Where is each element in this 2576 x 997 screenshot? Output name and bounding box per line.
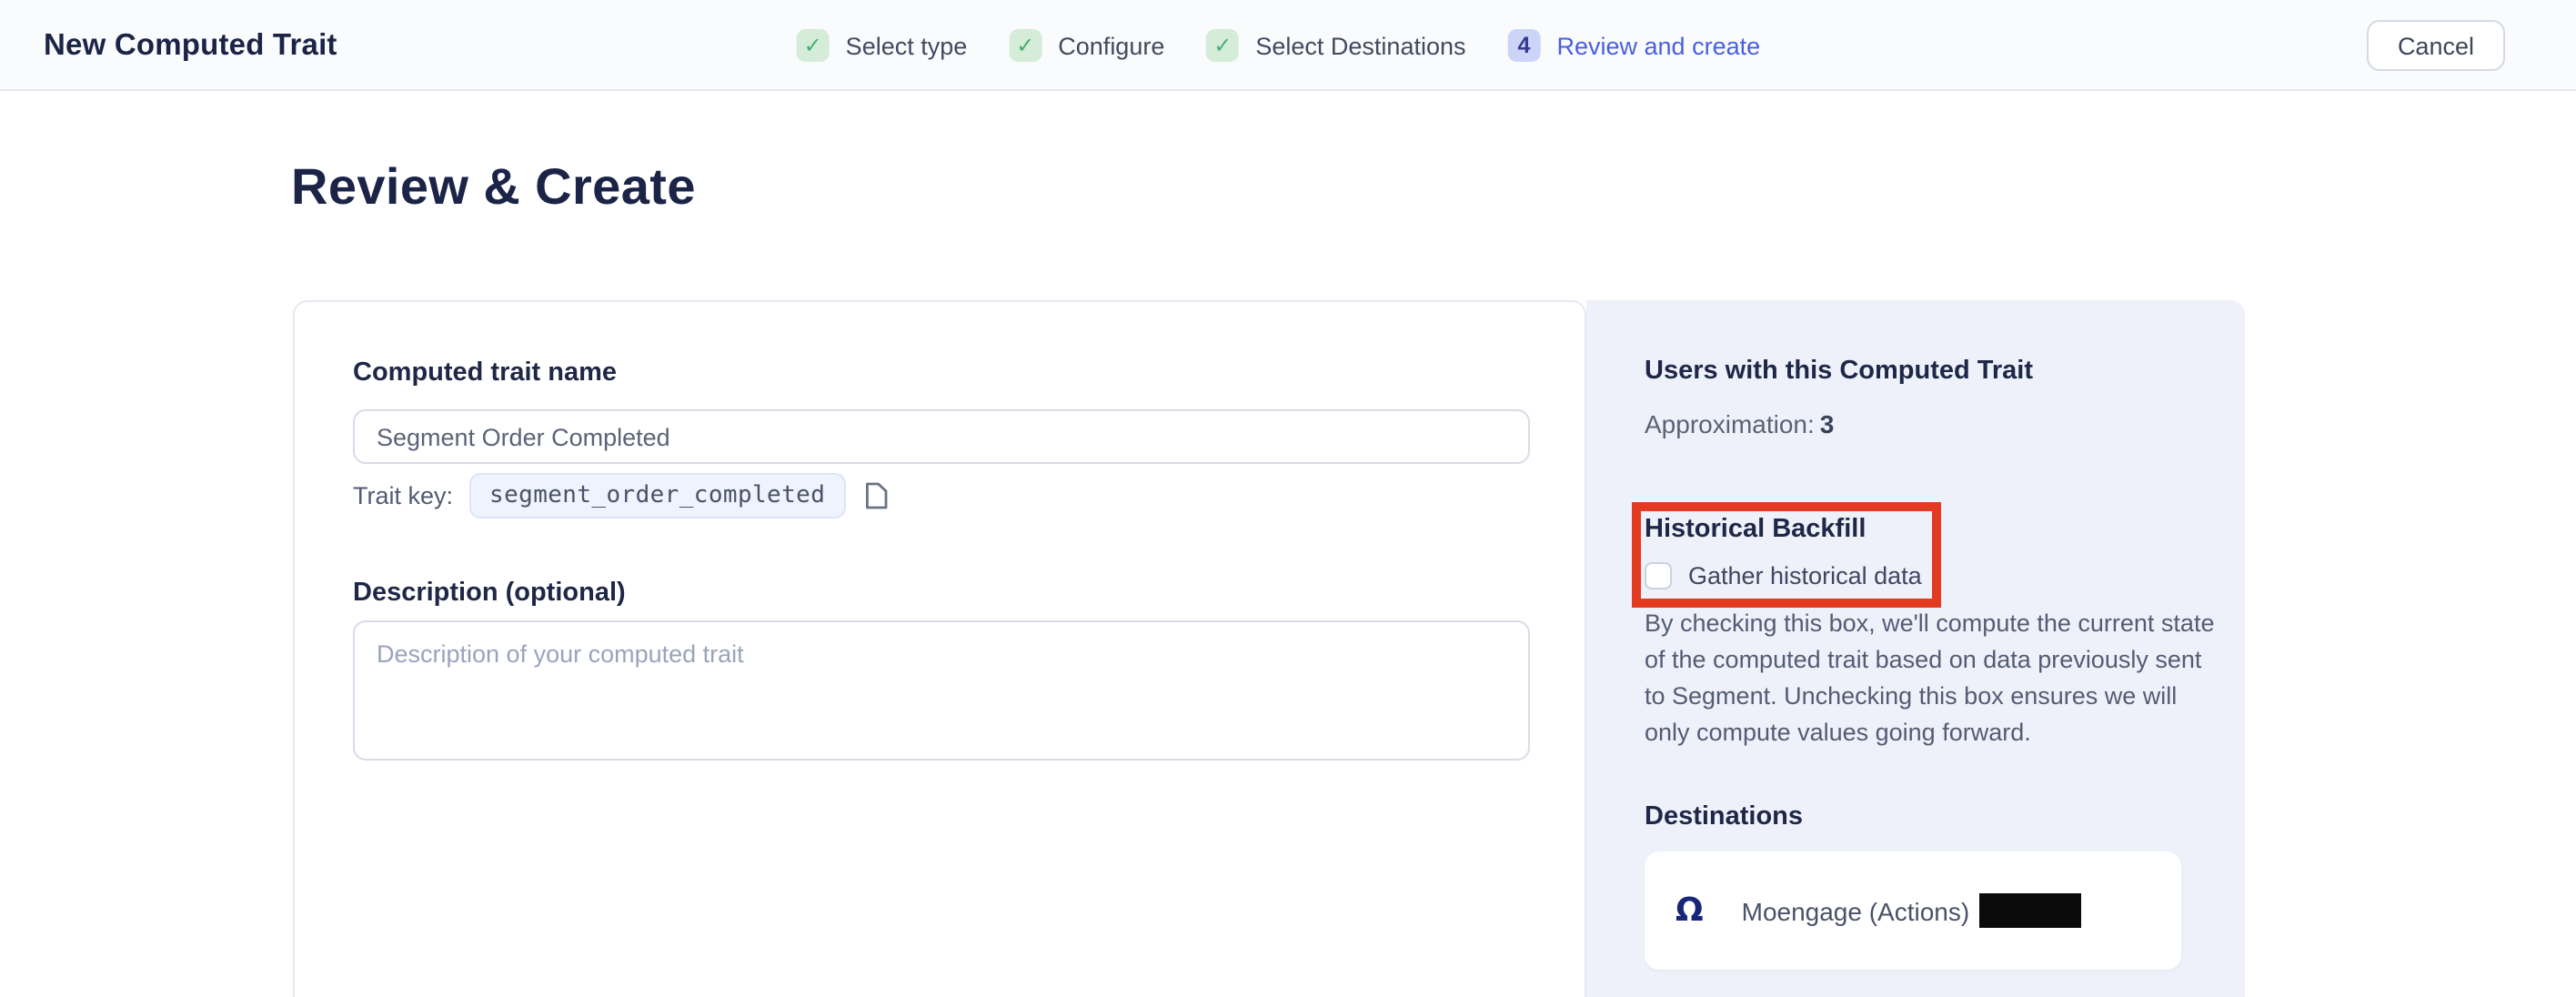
trait-name-label: Computed trait name: [353, 357, 617, 389]
page-title: New Computed Trait: [44, 0, 337, 91]
backfill-description: By checking this box, we'll compute the …: [1645, 606, 2219, 751]
main-content: Review & Create Computed trait name Trai…: [0, 91, 2576, 995]
trait-form-card: Computed trait name Trait key: segment_o…: [293, 300, 1586, 997]
step-label: Review and create: [1556, 32, 1760, 59]
step-number-badge: 4: [1507, 29, 1540, 62]
step-label: Configure: [1058, 32, 1164, 59]
cancel-button[interactable]: Cancel: [2367, 20, 2505, 71]
step-label: Select Destinations: [1255, 32, 1465, 59]
wizard-header: New Computed Trait ✓ Select type ✓ Confi…: [0, 0, 2576, 91]
approximation-row: Approximation:3: [1645, 409, 1834, 438]
description-label: Description (optional): [353, 577, 626, 609]
destination-name: Moengage (Actions): [1742, 896, 1970, 925]
step-review-and-create[interactable]: 4 Review and create: [1507, 29, 1760, 62]
step-select-destinations[interactable]: ✓ Select Destinations: [1206, 29, 1465, 62]
check-icon: ✓: [1206, 29, 1239, 62]
trait-key-value: segment_order_completed: [469, 473, 845, 519]
trait-name-input[interactable]: [353, 409, 1530, 464]
redaction-box: [1978, 893, 2080, 928]
users-with-trait-heading: Users with this Computed Trait: [1645, 355, 2033, 388]
gather-historical-data-label: Gather historical data: [1688, 561, 1922, 589]
summary-panel: Users with this Computed Trait Approxima…: [1586, 300, 2245, 997]
gather-historical-data-checkbox[interactable]: [1645, 561, 1672, 589]
wizard-stepper: ✓ Select type ✓ Configure ✓ Select Desti…: [797, 0, 1760, 91]
approximation-label: Approximation:: [1645, 409, 1815, 438]
page-heading: Review & Create: [291, 158, 696, 217]
destination-card[interactable]: Ω Moengage (Actions): [1645, 851, 2181, 970]
description-textarea[interactable]: [353, 620, 1530, 760]
trait-key-label: Trait key:: [353, 482, 453, 509]
page: New Computed Trait ✓ Select type ✓ Confi…: [0, 0, 2576, 997]
destinations-heading: Destinations: [1645, 801, 1803, 833]
trait-key-row: Trait key: segment_order_completed: [353, 473, 887, 519]
copy-document-icon[interactable]: [863, 482, 887, 509]
approximation-value: 3: [1820, 409, 1835, 438]
step-select-type[interactable]: ✓ Select type: [797, 29, 968, 62]
gather-historical-data-row: Gather historical data: [1645, 559, 1922, 591]
moengage-logo-icon: Ω: [1675, 894, 1704, 927]
historical-backfill-heading: Historical Backfill: [1645, 513, 1866, 546]
step-label: Select type: [846, 32, 968, 59]
step-configure[interactable]: ✓ Configure: [1009, 29, 1164, 62]
check-icon: ✓: [797, 29, 830, 62]
check-icon: ✓: [1009, 29, 1041, 62]
